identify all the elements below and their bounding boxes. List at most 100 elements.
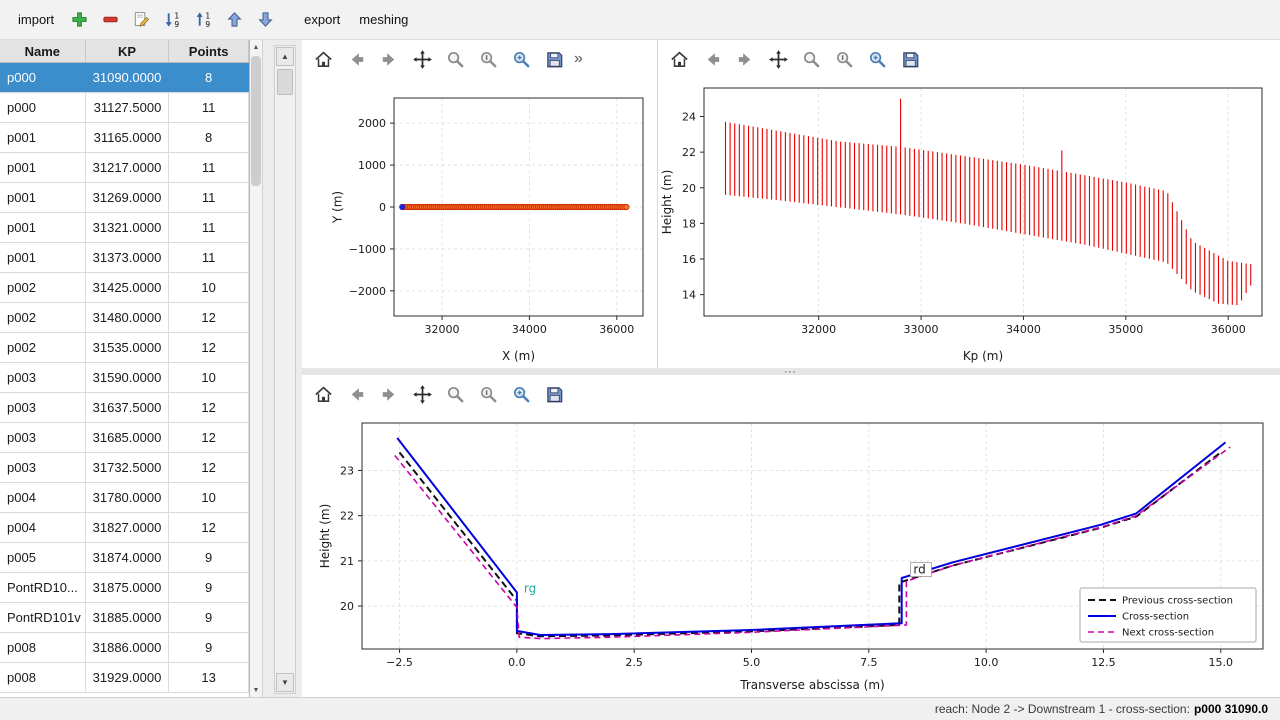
cell-kp: 31685.0000	[86, 423, 170, 452]
svg-text:−2000: −2000	[349, 285, 386, 298]
cell-name: p003	[0, 423, 86, 452]
subplots-icon[interactable]	[473, 44, 503, 74]
column-header-points[interactable]: Points	[169, 40, 249, 62]
cell-points: 12	[169, 393, 249, 422]
horizontal-splitter[interactable]: ⋯	[302, 368, 1280, 375]
cell-points: 11	[169, 213, 249, 242]
table-row[interactable]: p00831929.000013	[0, 663, 249, 693]
cell-kp: 31780.0000	[86, 483, 170, 512]
table-row[interactable]: p00331685.000012	[0, 423, 249, 453]
cell-name: p002	[0, 303, 86, 332]
customize-icon[interactable]	[506, 379, 536, 409]
table-row[interactable]: p00331732.500012	[0, 453, 249, 483]
svg-text:16: 16	[682, 253, 696, 266]
customize-icon[interactable]	[862, 44, 892, 74]
cell-name: p003	[0, 393, 86, 422]
table-row[interactable]: p00231535.000012	[0, 333, 249, 363]
save-icon[interactable]	[895, 44, 925, 74]
sort-descending-icon[interactable]: 19	[158, 7, 186, 33]
cell-name: p002	[0, 273, 86, 302]
svg-text:14: 14	[682, 289, 696, 302]
table-body: p00031090.00008p00031127.500011p00131165…	[0, 63, 249, 693]
panel-scroll-down-icon[interactable]: ▼	[276, 673, 294, 692]
table-row[interactable]: p00131321.000011	[0, 213, 249, 243]
pan-icon[interactable]	[407, 44, 437, 74]
table-row[interactable]: p00231425.000010	[0, 273, 249, 303]
save-icon[interactable]	[539, 379, 569, 409]
cell-points: 12	[169, 453, 249, 482]
zoom-icon[interactable]	[796, 44, 826, 74]
column-header-name[interactable]: Name	[0, 40, 86, 62]
forward-icon[interactable]	[374, 379, 404, 409]
panel-scrollbar-thumb[interactable]	[277, 69, 293, 95]
cell-name: PontRD10...	[0, 573, 86, 602]
cell-points: 11	[169, 153, 249, 182]
add-icon[interactable]	[65, 7, 93, 33]
forward-icon[interactable]	[730, 44, 760, 74]
table-row[interactable]: PontRD101v31885.00009	[0, 603, 249, 633]
pan-icon[interactable]	[407, 379, 437, 409]
cell-points: 10	[169, 483, 249, 512]
table-row[interactable]: p00131165.00008	[0, 123, 249, 153]
cell-points: 8	[169, 63, 249, 92]
home-icon[interactable]	[308, 44, 338, 74]
longitudinal-view-chart[interactable]: 3200033000340003500036000141618202224Kp …	[658, 78, 1276, 368]
move-down-icon[interactable]	[251, 7, 279, 33]
import-button[interactable]: import	[10, 7, 62, 32]
back-icon[interactable]	[341, 44, 371, 74]
table-row[interactable]: p00131269.000011	[0, 183, 249, 213]
pan-icon[interactable]	[763, 44, 793, 74]
table-row[interactable]: PontRD10...31875.00009	[0, 573, 249, 603]
subplots-icon[interactable]	[473, 379, 503, 409]
back-icon[interactable]	[697, 44, 727, 74]
home-icon[interactable]	[664, 44, 694, 74]
table-row[interactable]: p00031127.500011	[0, 93, 249, 123]
table-row[interactable]: p00431827.000012	[0, 513, 249, 543]
table-row[interactable]: p00831886.00009	[0, 633, 249, 663]
panel-spacer	[263, 40, 274, 697]
table-row[interactable]: p00531874.00009	[0, 543, 249, 573]
panel-scroll-up-icon[interactable]: ▲	[276, 47, 294, 66]
plan-view-chart[interactable]: 320003400036000−2000−1000010002000X (m)Y…	[302, 78, 657, 368]
svg-text:2000: 2000	[358, 117, 386, 130]
table-row[interactable]: p00231480.000012	[0, 303, 249, 333]
forward-icon[interactable]	[374, 44, 404, 74]
table-scrollbar-thumb[interactable]	[251, 56, 261, 186]
remove-icon[interactable]	[96, 7, 124, 33]
svg-text:−2.5: −2.5	[386, 656, 413, 669]
cell-name: p001	[0, 123, 86, 152]
customize-icon[interactable]	[506, 44, 536, 74]
cell-points: 8	[169, 123, 249, 152]
save-icon[interactable]	[539, 44, 569, 74]
sort-ascending-icon[interactable]: 19	[189, 7, 217, 33]
table-row[interactable]: p00131217.000011	[0, 153, 249, 183]
zoom-icon[interactable]	[440, 379, 470, 409]
scroll-down-arrow-icon[interactable]: ▼	[250, 683, 262, 697]
edit-icon[interactable]	[127, 7, 155, 33]
export-button[interactable]: export	[296, 7, 348, 32]
toolbar-overflow-chevron[interactable]: »	[574, 50, 583, 68]
home-icon[interactable]	[308, 379, 338, 409]
plan-view-figure: » 320003400036000−2000−1000010002000X (m…	[302, 40, 658, 368]
svg-text:1000: 1000	[358, 159, 386, 172]
table-row[interactable]: p00331637.500012	[0, 393, 249, 423]
zoom-icon[interactable]	[440, 44, 470, 74]
meshing-button[interactable]: meshing	[351, 7, 416, 32]
panel-scrollbar-track[interactable]	[275, 67, 295, 672]
svg-text:2.5: 2.5	[625, 656, 643, 669]
table-row[interactable]: p00331590.000010	[0, 363, 249, 393]
table-scrollbar-track[interactable]	[250, 54, 262, 683]
svg-text:5.0: 5.0	[743, 656, 761, 669]
table-row[interactable]: p00431780.000010	[0, 483, 249, 513]
back-icon[interactable]	[341, 379, 371, 409]
cell-name: p000	[0, 93, 86, 122]
table-row[interactable]: p00031090.00008	[0, 63, 249, 93]
subplots-icon[interactable]	[829, 44, 859, 74]
column-header-kp[interactable]: KP	[86, 40, 170, 62]
table-scrollbar[interactable]: ▲ ▼	[250, 40, 263, 697]
move-up-icon[interactable]	[220, 7, 248, 33]
table-row[interactable]: p00131373.000011	[0, 243, 249, 273]
panel-scrollbar[interactable]: ▲ ▼	[274, 45, 296, 694]
cross-section-chart[interactable]: −2.50.02.55.07.510.012.515.020212223Tran…	[302, 413, 1275, 697]
scroll-up-arrow-icon[interactable]: ▲	[250, 40, 262, 54]
